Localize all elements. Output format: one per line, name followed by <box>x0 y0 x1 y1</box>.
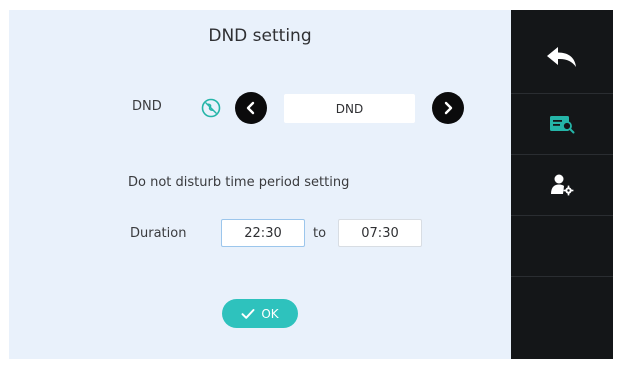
device-screen: DND setting DND DND Do not disturb time … <box>9 10 613 359</box>
dnd-label: DND <box>132 99 162 114</box>
card-search-icon <box>550 116 575 134</box>
sidebar-empty-slot <box>511 216 613 277</box>
start-time-field[interactable]: 22:30 <box>221 219 305 247</box>
back-arrow-icon <box>547 46 576 67</box>
chevron-right-icon <box>444 101 453 115</box>
check-icon <box>241 308 255 319</box>
chevron-left-icon <box>246 101 255 115</box>
sidebar-empty-slot <box>511 277 613 338</box>
user-settings-button[interactable] <box>511 155 613 216</box>
back-button[interactable] <box>511 20 613 94</box>
ok-label: OK <box>261 306 279 321</box>
dnd-status-icon <box>201 98 221 118</box>
time-period-section-label: Do not disturb time period setting <box>128 175 350 190</box>
duration-label: Duration <box>130 226 187 241</box>
dnd-mode-value[interactable]: DND <box>284 94 415 123</box>
user-settings-icon <box>551 174 574 196</box>
ok-button[interactable]: OK <box>222 299 298 328</box>
card-search-button[interactable] <box>511 94 613 155</box>
right-sidebar <box>511 10 613 359</box>
end-time-field[interactable]: 07:30 <box>338 219 422 247</box>
page-title: DND setting <box>208 26 312 46</box>
next-mode-button[interactable] <box>432 92 464 124</box>
dnd-settings-panel: DND setting DND DND Do not disturb time … <box>9 10 511 359</box>
previous-mode-button[interactable] <box>235 92 267 124</box>
to-separator-label: to <box>313 226 327 241</box>
